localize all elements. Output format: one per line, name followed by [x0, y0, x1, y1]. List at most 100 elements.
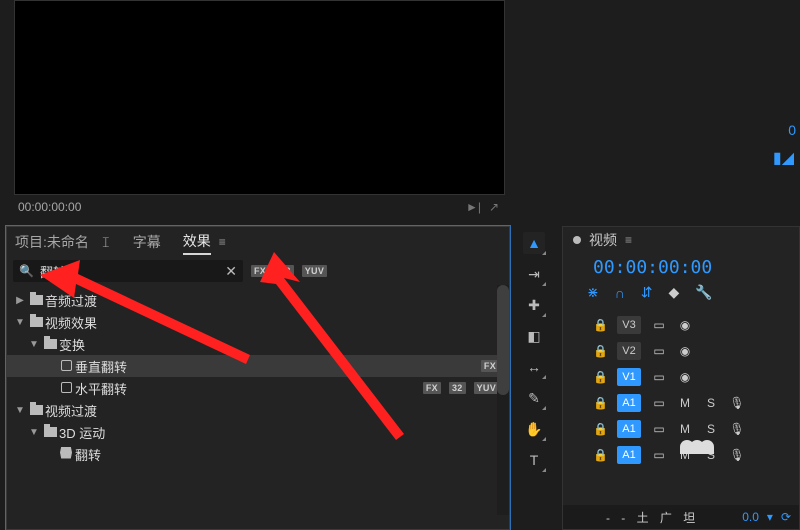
playhead-marker-icon: ▮◢: [773, 148, 794, 168]
export-frame-icon[interactable]: ↗: [489, 200, 499, 214]
scrollbar-thumb[interactable]: [497, 285, 509, 395]
timeline-menu-icon[interactable]: ≡: [625, 233, 632, 247]
tree-row[interactable]: ▼ 视频过渡: [7, 399, 509, 421]
magnet-icon[interactable]: ∩: [615, 285, 625, 301]
tab-project[interactable]: 项目:未命名: [15, 230, 89, 254]
timeline-timecode[interactable]: 00:00:00:00: [563, 253, 799, 280]
track-toggle-d[interactable]: 🎙: [729, 422, 745, 436]
slip-tool[interactable]: ↔: [523, 356, 545, 378]
track-toggle-a[interactable]: ▭: [651, 448, 667, 462]
track-toggle-d[interactable]: 🎙: [729, 396, 745, 410]
play-icon[interactable]: ►|: [466, 200, 481, 214]
timeline-title[interactable]: 视频: [589, 230, 617, 250]
folder-icon: [41, 425, 59, 440]
track-toggle-d[interactable]: 🎙: [729, 448, 745, 462]
track-target-button[interactable]: V2: [617, 342, 641, 360]
tree-label: 音频过渡: [45, 291, 499, 310]
tree-row[interactable]: ▼视频效果: [7, 311, 509, 333]
footer-dropdown-icon[interactable]: ▾: [767, 510, 773, 524]
track-toggle-c[interactable]: S: [703, 422, 719, 436]
track-lock-icon[interactable]: 🔒: [593, 448, 607, 462]
twisty-icon[interactable]: ▶: [13, 295, 27, 306]
track-lock-icon[interactable]: 🔒: [593, 396, 607, 410]
text-cursor-icon: 𝙸: [101, 234, 111, 251]
submenu-indicator-icon: [542, 313, 546, 317]
panel-dot-icon: [573, 236, 581, 244]
track-select-tool[interactable]: ⇥: [523, 263, 545, 285]
pen-tool[interactable]: ✎: [523, 387, 545, 409]
program-monitor: [14, 0, 505, 195]
tree-row[interactable]: ▶ 音频过渡: [7, 289, 509, 311]
track-header: 🔒 A1 ▭ MS 🎙: [573, 417, 799, 441]
track-lock-icon[interactable]: 🔒: [593, 370, 607, 384]
tree-row[interactable]: ▼ 变换: [7, 333, 509, 355]
track-toggle-b[interactable]: M: [677, 422, 693, 436]
tab-subtitles[interactable]: 字幕: [133, 230, 161, 254]
filter-accelerated-icon[interactable]: FX: [251, 265, 269, 277]
track-target-button[interactable]: A1: [617, 394, 641, 412]
clip-thumbnails: [680, 440, 720, 460]
track-header: 🔒 V1 ▭ ◉: [573, 365, 799, 389]
track-target-button[interactable]: V3: [617, 316, 641, 334]
ruler-zero: 0: [788, 122, 796, 138]
folder-icon: [27, 315, 45, 330]
footer-value[interactable]: 0.0: [742, 510, 759, 524]
panel-tabs: 项目:未命名 𝙸 字幕 效果 ≡: [7, 227, 509, 257]
tree-label: 视频过渡: [45, 401, 499, 420]
track-toggle-b[interactable]: ◉: [677, 318, 693, 332]
tool-strip: ▲ ⇥ ✚ ◧ ↔ ✎ ✋ T: [520, 232, 548, 471]
twisty-icon[interactable]: ▼: [13, 405, 27, 416]
tree-row[interactable]: ▼3D 运动: [7, 421, 509, 443]
track-target-button[interactable]: A1: [617, 420, 641, 438]
settings-wrench-icon[interactable]: 🔧: [695, 284, 712, 301]
hand-tool[interactable]: ✋: [523, 418, 545, 440]
effects-search-row: 🔍 ✕ FX 32 YUV: [7, 257, 509, 285]
effects-scrollbar[interactable]: [497, 285, 509, 515]
twisty-icon[interactable]: ▼: [27, 427, 41, 438]
footer-reset-icon[interactable]: ⟳: [781, 510, 791, 524]
track-toggle-b[interactable]: ◉: [677, 344, 693, 358]
tree-row[interactable]: 翻转: [7, 443, 509, 465]
snap-icon[interactable]: ⋇: [587, 284, 599, 301]
monitor-timecode: 00:00:00:00: [18, 200, 81, 214]
track-toggle-c[interactable]: S: [703, 396, 719, 410]
effect-badge-fx-icon: FX: [423, 382, 441, 394]
effect-badge-num-icon: 32: [449, 382, 466, 394]
track-lock-icon[interactable]: 🔒: [593, 344, 607, 358]
preset-icon: [57, 359, 75, 374]
fx-icon: [57, 447, 75, 462]
tab-effects[interactable]: 效果: [183, 229, 211, 255]
track-toggle-a[interactable]: ▭: [651, 396, 667, 410]
razor-tool[interactable]: ◧: [523, 325, 545, 347]
clear-search-icon[interactable]: ✕: [225, 263, 237, 280]
tree-row[interactable]: 水平翻转FX32YUV: [7, 377, 509, 399]
effects-search-box: 🔍 ✕: [13, 260, 243, 282]
track-header: 🔒 A1 ▭ MS 🎙: [573, 391, 799, 415]
track-toggle-a[interactable]: ▭: [651, 422, 667, 436]
track-target-button[interactable]: V1: [617, 368, 641, 386]
linked-selection-icon[interactable]: ⇵: [641, 284, 653, 301]
filter-32bit-icon[interactable]: 32: [277, 265, 294, 277]
track-lock-icon[interactable]: 🔒: [593, 318, 607, 332]
panel-menu-icon[interactable]: ≡: [219, 235, 226, 249]
track-toggle-a[interactable]: ▭: [651, 344, 667, 358]
ripple-edit-tool[interactable]: ✚: [523, 294, 545, 316]
type-tool[interactable]: T: [523, 449, 545, 471]
twisty-icon[interactable]: ▼: [27, 339, 41, 350]
timeline-panel: 视频 ≡ 00:00:00:00 ⋇ ∩ ⇵ ◆ 🔧 🔒 V3 ▭ ◉ 🔒 V2 ▭ ◉ 🔒 V1…: [562, 226, 800, 530]
footer-label: - - 土 广 坦: [571, 509, 734, 526]
tree-label: 变换: [59, 335, 499, 354]
track-toggle-b[interactable]: M: [677, 396, 693, 410]
track-target-button[interactable]: A1: [617, 446, 641, 464]
effects-search-input[interactable]: [40, 264, 219, 279]
track-toggle-a[interactable]: ▭: [651, 370, 667, 384]
track-lock-icon[interactable]: 🔒: [593, 422, 607, 436]
track-toggle-a[interactable]: ▭: [651, 318, 667, 332]
twisty-icon[interactable]: ▼: [13, 317, 27, 328]
track-toggle-b[interactable]: ◉: [677, 370, 693, 384]
add-marker-icon[interactable]: ◆: [669, 284, 680, 301]
tree-row[interactable]: 垂直翻转FX: [7, 355, 509, 377]
selection-tool[interactable]: ▲: [523, 232, 545, 254]
filter-yuv-icon[interactable]: YUV: [302, 265, 327, 277]
submenu-indicator-icon: [542, 468, 546, 472]
